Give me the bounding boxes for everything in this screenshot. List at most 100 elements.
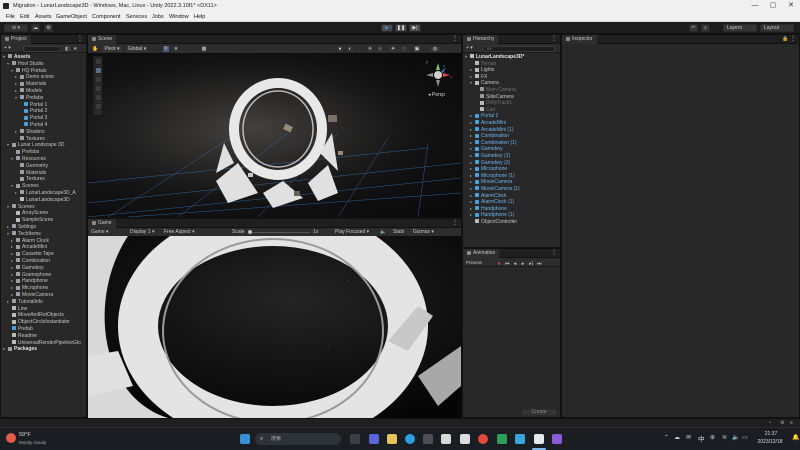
weather-icon[interactable]	[6, 433, 16, 443]
panel-menu-icon[interactable]: ⋮	[551, 249, 557, 257]
unity-editor-icon[interactable]	[534, 434, 544, 444]
prev-key-icon[interactable]: ◂	[512, 259, 518, 267]
hierarchy-item[interactable]: ▸ AlarmClock (1)	[470, 199, 514, 206]
create-animation-button[interactable]: Create	[521, 409, 557, 416]
hierarchy-item[interactable]: ▸ Handphone	[470, 206, 507, 213]
tray-cloud-icon[interactable]: ☁	[674, 434, 680, 441]
project-search-input[interactable]	[23, 45, 61, 52]
project-tree-item[interactable]: ▾ Resources	[11, 156, 46, 163]
project-tree-item[interactable]: MoveAndRotObjects	[7, 312, 64, 319]
project-tree-item[interactable]: ObjectCircleInstantiator	[7, 319, 70, 326]
first-key-icon[interactable]: ⏮	[504, 259, 510, 267]
project-tree-item[interactable]: SampleScene	[11, 217, 53, 224]
play-anim-icon[interactable]: ▸	[520, 259, 526, 267]
project-tree-item[interactable]: ▾ TechItems	[7, 231, 41, 238]
filter-icon[interactable]: ◧	[65, 45, 70, 53]
project-tree-item[interactable]: Portal 3	[19, 115, 47, 122]
menu-file[interactable]: File	[6, 12, 15, 22]
lock-icon[interactable]: 🔒	[782, 35, 788, 44]
menu-services[interactable]: Services	[126, 12, 147, 22]
menu-component[interactable]: Component	[92, 12, 120, 22]
tab-animation[interactable]: Animation	[463, 249, 500, 258]
last-key-icon[interactable]: ⏭	[536, 259, 542, 267]
taskbar-search-input[interactable]: ⌕ 搜索	[255, 433, 341, 445]
clock-time[interactable]: 21:37	[755, 431, 787, 437]
2d-toggle-icon[interactable]: ◐	[346, 45, 354, 53]
tab-game[interactable]: Game	[88, 219, 116, 228]
teams-icon[interactable]	[369, 434, 379, 444]
edge-icon[interactable]	[405, 434, 415, 444]
project-tree-item[interactable]: Portal 1	[19, 102, 47, 109]
transform-tool-icon[interactable]	[95, 103, 102, 110]
hidden-objects-icon[interactable]: ◌	[400, 45, 408, 53]
hierarchy-item[interactable]: ObjectController	[470, 219, 517, 226]
scale-slider-handle[interactable]	[248, 230, 252, 234]
unity-hub-icon[interactable]	[460, 434, 470, 444]
tray-expand-icon[interactable]: ⌃	[664, 434, 669, 441]
collab-icon[interactable]: ⚙	[44, 24, 53, 32]
hierarchy-item[interactable]: ▸ Microphone (1)	[470, 173, 515, 180]
project-tree-item[interactable]: ▾ Lunar Landscape 3D	[7, 142, 64, 149]
lighting-icon[interactable]: ☀	[366, 45, 374, 53]
project-tree-item[interactable]: ▸ Materials	[15, 81, 46, 88]
close-button[interactable]: ✕	[782, 0, 800, 12]
chrome-icon[interactable]	[478, 434, 488, 444]
project-tree-item[interactable]: ArrayScene	[11, 210, 48, 217]
project-tree-item[interactable]: ▸ Cassette Tape	[11, 251, 54, 258]
menu-help[interactable]: Help	[194, 12, 205, 22]
preview-toggle[interactable]: Preview	[466, 258, 482, 267]
game-viewport[interactable]	[88, 236, 461, 418]
project-tree-item[interactable]: ▸ Packages	[3, 346, 37, 353]
wifi-icon[interactable]: ≋	[722, 434, 727, 441]
create-button[interactable]: + ▾	[4, 45, 11, 52]
tray-chat-icon[interactable]: ✉	[686, 434, 691, 441]
project-tree-item[interactable]: ▾ Prefabs	[15, 95, 43, 102]
project-tree-item[interactable]: Textures	[15, 176, 45, 183]
tab-project[interactable]: Project	[1, 35, 31, 44]
effects-icon[interactable]: ✦	[388, 45, 398, 53]
global-dropdown[interactable]: Global ▾	[125, 45, 149, 53]
project-tree-item[interactable]: UniversalRenderPipelineGlo	[7, 340, 81, 347]
hierarchy-item[interactable]: ▸ MovieCamera (1)	[470, 186, 520, 193]
hierarchy-item[interactable]: ▸ Combination	[470, 133, 509, 140]
project-tree-item[interactable]: Line	[7, 306, 27, 313]
wechat-icon[interactable]	[497, 434, 507, 444]
notification-icon[interactable]: 🔔	[792, 434, 799, 441]
task-view-icon[interactable]	[350, 434, 360, 444]
project-tree-item[interactable]: Materials	[15, 170, 46, 177]
windows-start-icon[interactable]	[240, 434, 250, 444]
project-tree-item[interactable]: ▸ MovieCamera	[11, 292, 53, 299]
project-tree-item[interactable]: ▾ Scenes	[7, 204, 35, 211]
clock-date[interactable]: 2023/12/18	[751, 439, 789, 445]
hierarchy-item[interactable]: ▸ Gameboy (1)	[470, 153, 510, 160]
maximize-button[interactable]: ▢	[764, 0, 782, 12]
menu-gameobject[interactable]: GameObject	[56, 12, 87, 22]
project-tree-item[interactable]: ▾ HQ Portals	[11, 68, 46, 75]
project-tree-item[interactable]: ▸ Gameboy	[11, 265, 44, 272]
battery-icon[interactable]: ▭	[742, 434, 748, 441]
menu-edit[interactable]: Edit	[20, 12, 29, 22]
account-button[interactable]: ⊖ ▾	[4, 24, 28, 32]
hierarchy-item[interactable]: SideCamera	[475, 94, 514, 101]
grid-snap-icon[interactable]: #	[162, 45, 170, 53]
move-tool-icon[interactable]	[95, 67, 102, 74]
file-explorer-icon[interactable]	[387, 434, 397, 444]
panel-menu-icon[interactable]: ⋮	[452, 35, 458, 43]
favorite-icon[interactable]: ★	[73, 45, 77, 53]
volume-icon[interactable]: 🔈	[732, 434, 739, 441]
project-tree-item[interactable]: Readme	[7, 333, 37, 340]
persp-label[interactable]: ◂ Persp	[428, 92, 445, 98]
pivot-dropdown[interactable]: Pivot ▾	[101, 45, 123, 53]
hierarchy-item[interactable]: Main Camera	[475, 87, 516, 94]
project-tree-item[interactable]: ▸ TutorialInfo	[7, 299, 43, 306]
project-tree-item[interactable]: Geometry	[15, 163, 48, 170]
app-icon[interactable]	[441, 434, 451, 444]
hierarchy-item[interactable]: ▸ AlarmClock	[470, 193, 507, 200]
hierarchy-item[interactable]: ▸ ArcadeMini	[470, 120, 506, 127]
hierarchy-item[interactable]: ▸ MovieCamera	[470, 179, 512, 186]
hierarchy-create-button[interactable]: + ▾	[466, 45, 473, 52]
input-language[interactable]: 中	[698, 433, 705, 443]
status-settings-icon[interactable]: ⚙	[780, 420, 784, 426]
project-tree-item[interactable]: Portal 2	[19, 108, 47, 115]
project-tree-item[interactable]: ▸ Demo scene	[15, 74, 54, 81]
